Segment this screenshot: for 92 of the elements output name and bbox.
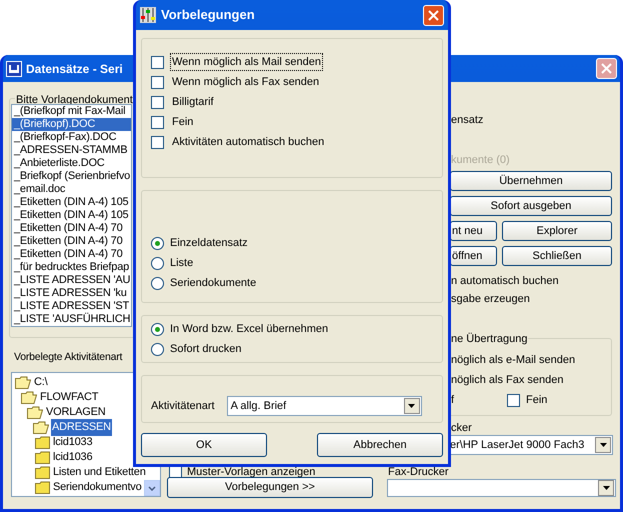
option-label: ensatz (451, 113, 484, 128)
option-label: n automatisch buchen (451, 274, 559, 289)
group-label: ne Übertragung (451, 331, 528, 348)
close-button[interactable] (423, 4, 444, 26)
list-item[interactable]: _Etiketten (DIN A-4) 105 (12, 209, 131, 222)
dialog-title: Vorbelegungen (161, 6, 255, 24)
option-label: kumente (0) (451, 153, 510, 168)
tree-item[interactable]: Listen und Etiketten (52, 464, 147, 481)
list-item[interactable]: _für bedrucktes Briefpap (12, 261, 131, 274)
list-item[interactable]: _LISTE ADRESSEN 'ku (12, 287, 131, 300)
action-button[interactable]: Sofort ausgeben (450, 196, 612, 216)
radio-label[interactable]: Einzeldatensatz (170, 234, 248, 252)
option-label: sgabe erzeugen (451, 292, 530, 307)
option-label: nöglich als Fax senden (451, 373, 564, 388)
folder-icon (35, 451, 50, 464)
checkbox-label[interactable]: Wenn möglich als Mail senden (170, 52, 323, 72)
tree-item[interactable]: ADRESSEN (51, 419, 112, 436)
chevron-down-icon (148, 486, 156, 490)
list-item[interactable]: _LISTE ADRESSEN 'ST (12, 300, 131, 313)
checkbox-label: Fein (526, 393, 548, 408)
dropdown-button[interactable] (598, 480, 614, 496)
field-label: Fax-Drucker (388, 466, 449, 478)
presets-button[interactable]: Vorbelegungen >> (167, 477, 373, 498)
list-item[interactable]: _LISTE ADRESSEN 'AU (12, 274, 131, 287)
sliders-icon (140, 7, 156, 23)
close-icon (601, 63, 612, 74)
checkbox-label[interactable]: Wenn möglich als Fax senden (170, 72, 322, 92)
open-folder-icon (33, 421, 49, 434)
radio-label[interactable]: In Word bzw. Excel übernehmen (170, 320, 328, 338)
tree-item[interactable]: C:\ (33, 374, 48, 391)
dropdown-button[interactable] (595, 437, 611, 453)
list-item[interactable]: _(Briefkopf).DOC (12, 118, 131, 131)
list-item[interactable]: _LISTE 'AUSFÜHRLICH (12, 313, 131, 326)
checkbox[interactable] (151, 96, 164, 108)
action-button[interactable]: Explorer (502, 221, 612, 241)
checkbox[interactable] (151, 56, 164, 68)
section-label: Vorbelegte Aktivitätenart (14, 350, 122, 365)
checkbox-label[interactable]: Aktivitäten automatisch buchen (170, 132, 326, 152)
list-item[interactable]: _(Briefkopf-Fax).DOC (12, 131, 131, 144)
close-icon (428, 10, 439, 20)
radio-button[interactable] (151, 236, 164, 250)
list-item[interactable]: _Briefkopf (Serienbriefvo (12, 170, 131, 183)
scroll-down-button[interactable] (144, 480, 160, 496)
action-button[interactable]: Schließen (502, 246, 612, 266)
radio-label[interactable]: Liste (170, 254, 194, 272)
radio-label[interactable]: Seriendokumente (170, 274, 256, 292)
caret-icon (408, 404, 416, 408)
checkbox[interactable] (151, 76, 164, 88)
action-button[interactable]: nt neu (450, 221, 497, 241)
checkbox[interactable] (507, 394, 520, 407)
list-item[interactable]: _ADRESSEN-STAMMB (12, 144, 131, 157)
checkbox-label[interactable]: Fein (170, 112, 196, 132)
open-folder-icon (15, 376, 31, 389)
radio-label[interactable]: Sofort drucken (170, 340, 242, 358)
field-label: Aktivitätenart (151, 398, 215, 414)
printer-combo[interactable]: er\HP LaserJet 9000 Fach3 (450, 435, 613, 455)
folder-icon (35, 436, 50, 449)
checkbox-label: Muster-Vorlagen anzeigen (187, 465, 316, 480)
dropdown-button[interactable] (404, 398, 420, 414)
field-label: cker (451, 421, 472, 436)
tree-item[interactable]: VORLAGEN (45, 404, 107, 421)
list-item[interactable]: _Etiketten (DIN A-4) 70 (12, 222, 131, 235)
list-item[interactable]: _Anbieterliste.DOC (12, 157, 131, 170)
tree-item[interactable]: FLOWFACT (39, 389, 100, 406)
radio-button[interactable] (151, 342, 164, 356)
radio-button[interactable] (151, 322, 164, 336)
window-title: Datensätze - Seri (26, 60, 123, 78)
caret-icon (602, 486, 610, 490)
checkbox-label[interactable]: Billigtarif (170, 92, 216, 112)
dialog-button[interactable]: Abbrechen (317, 433, 443, 457)
checkbox[interactable] (151, 136, 164, 148)
tree-item[interactable]: Seriendokumentvo (52, 479, 143, 496)
radio-button[interactable] (151, 276, 164, 290)
option-label: f (451, 393, 454, 408)
action-button[interactable]: Übernehmen (450, 171, 612, 191)
checkbox[interactable] (151, 116, 164, 128)
folder-icon (35, 466, 50, 479)
list-item[interactable]: _email.doc (12, 183, 131, 196)
open-folder-icon (21, 391, 37, 404)
open-folder-icon (27, 406, 43, 419)
action-button[interactable]: öffnen (450, 246, 497, 266)
caret-icon (600, 443, 606, 447)
dialog-button[interactable]: OK (141, 433, 267, 457)
list-item[interactable]: _Etiketten (DIN A-4) 70 (12, 235, 131, 248)
option-label: nöglich als e-Mail senden (451, 353, 576, 368)
list-item[interactable]: _Etiketten (DIN A-4) 105 (12, 196, 131, 209)
folder-icon (35, 481, 50, 494)
radio-button[interactable] (151, 256, 164, 270)
activity-combo[interactable]: A allg. Brief (226, 396, 422, 416)
tree-item[interactable]: lcid1033 (52, 434, 94, 451)
list-item[interactable]: _Etiketten (DIN A-4) 70 (12, 248, 131, 261)
tree-item[interactable]: lcid1036 (52, 449, 94, 466)
